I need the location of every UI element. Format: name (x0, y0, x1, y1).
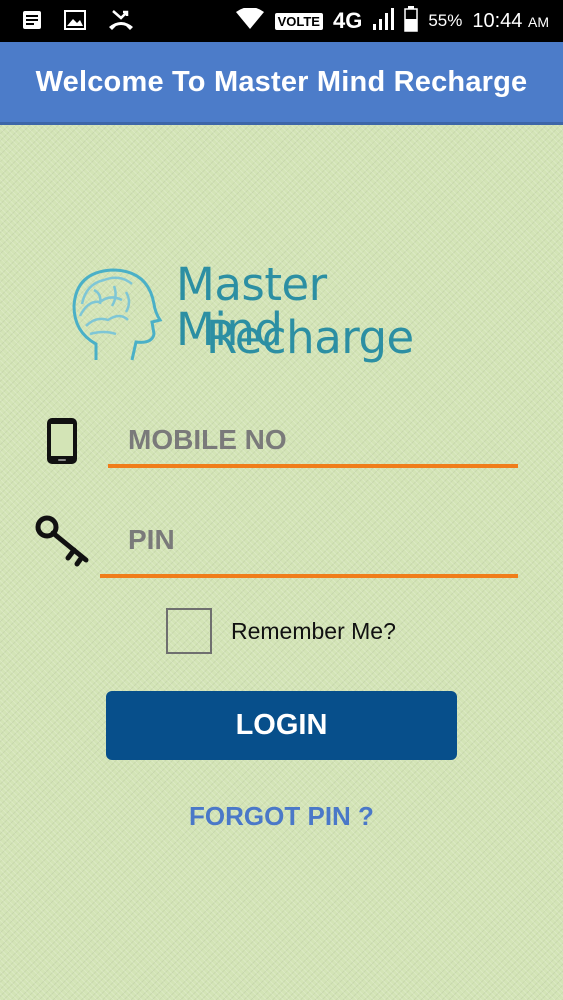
brain-head-icon (66, 260, 166, 375)
login-button-label: LOGIN (235, 709, 328, 741)
clock-time: 10:44 (472, 9, 523, 32)
pin-input[interactable] (128, 520, 513, 560)
mobile-number-input[interactable] (128, 420, 513, 460)
login-button[interactable]: LOGIN (106, 691, 457, 760)
wifi-icon (235, 6, 265, 35)
image-icon (64, 10, 86, 35)
logo-title-line2: Recharge (206, 311, 414, 364)
volte-badge: VOLTE (274, 12, 323, 30)
status-bar: VOLTE 4G 55% 10:44 AM (0, 0, 563, 42)
remember-me-checkbox[interactable] (166, 608, 212, 654)
app-bar: Welcome To Master Mind Recharge (0, 42, 563, 125)
pin-underline (100, 574, 518, 578)
remember-me-label: Remember Me? (231, 618, 396, 644)
battery-icon (404, 5, 419, 37)
signal-icon (372, 7, 395, 36)
page-title: Welcome To Master Mind Recharge (35, 65, 528, 98)
battery-percent: 55% (428, 11, 463, 30)
network-type: 4G (332, 8, 363, 33)
forgot-pin-link[interactable]: FORGOT PIN ? (0, 801, 563, 832)
phone-icon (44, 416, 80, 471)
mobile-underline (108, 464, 518, 468)
clock: 10:44 AM (472, 10, 549, 33)
logo: Master Mind Recharge (66, 252, 446, 372)
clock-ampm: AM (528, 13, 549, 30)
notes-icon (22, 10, 42, 35)
key-icon (34, 514, 92, 573)
missed-call-icon (108, 9, 134, 36)
